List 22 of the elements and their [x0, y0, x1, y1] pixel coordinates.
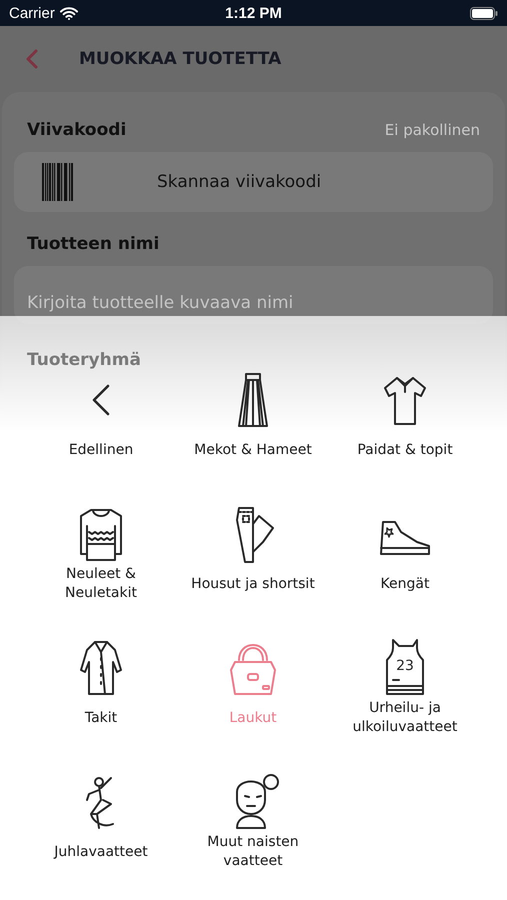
- wifi-icon: [60, 6, 78, 20]
- category-item[interactable]: Kengät: [329, 506, 481, 606]
- category-item[interactable]: Edellinen: [25, 372, 177, 472]
- field-label: Viivakoodi: [27, 120, 126, 140]
- optional-hint: Ei pakollinen: [384, 121, 480, 139]
- category-item[interactable]: Neuleet & Neuletakit: [25, 506, 177, 606]
- scan-barcode-button[interactable]: Skannaa viivakoodi: [14, 152, 493, 212]
- back-icon[interactable]: [25, 49, 39, 69]
- status-time: 1:12 PM: [225, 4, 282, 22]
- category-item[interactable]: Takit: [25, 640, 177, 740]
- field-label: Tuotteen nimi: [26, 234, 160, 254]
- chevron-left-icon: [92, 384, 110, 416]
- category-item[interactable]: Juhlavaatteet: [25, 774, 177, 874]
- category-item[interactable]: Paidat & topit: [329, 372, 481, 472]
- field-label: Tuoteryhmä: [26, 350, 142, 370]
- category-item[interactable]: Housut ja shortsit: [177, 506, 329, 606]
- category-item[interactable]: Mekot & Hameet: [177, 372, 329, 472]
- carrier-label: Carrier: [9, 4, 55, 22]
- page-title: MUOKKAA TUOTETTA: [79, 49, 282, 69]
- category-item[interactable]: Muut naisten vaatteet: [177, 774, 329, 874]
- battery-icon: [470, 6, 498, 20]
- category-item[interactable]: 23 Urheilu- ja ulkoiluvaatteet: [329, 640, 481, 740]
